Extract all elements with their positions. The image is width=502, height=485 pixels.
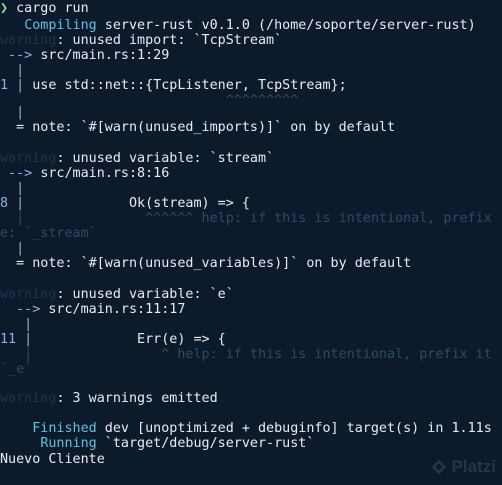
running-text: `target/debug/server-rust` — [96, 436, 315, 451]
platzi-watermark: Platzi — [430, 457, 496, 477]
summary-line: warning: 3 warnings emitted — [0, 390, 218, 407]
running-label: Running — [40, 436, 97, 451]
location-text: src/main.rs:11:17 — [48, 302, 186, 317]
warning-2-location: --> src/main.rs:8:16 — [0, 165, 169, 182]
warning-tag: warning — [0, 391, 57, 406]
warning-1-note: = note: `#[warn(unused_imports)]` on by … — [0, 120, 396, 135]
help-text-continued: `_e` — [0, 362, 33, 377]
compiling-label: Compiling — [24, 18, 97, 33]
location-text: src/main.rs:8:16 — [40, 166, 170, 181]
help-text: | ^ help: if this is intentional, prefix… — [0, 347, 492, 362]
warning-tag: warning — [0, 287, 57, 302]
code-text: Err(e) => { — [40, 332, 226, 347]
terminal-window[interactable]: ❯ cargo run Compiling server-rust v0.1.0… — [0, 0, 502, 485]
warning-message: : unused import: `TcpStream` — [56, 33, 283, 48]
code-line-number: 1 | — [0, 78, 33, 93]
running-line: Running `target/debug/server-rust` — [0, 435, 314, 452]
code-line-number: 11 | — [0, 332, 41, 347]
finished-label: Finished — [32, 421, 97, 436]
code-text: Ok(stream) => { — [32, 196, 250, 211]
program-output: Nuevo Cliente — [0, 452, 105, 467]
finished-text: dev [unoptimized + debuginfo] target(s) … — [96, 421, 492, 436]
warning-tag: warning — [0, 33, 57, 48]
location-arrow: --> — [0, 48, 41, 63]
location-text: src/main.rs:1:29 — [40, 48, 170, 63]
code-line-number: 8 | — [0, 196, 33, 211]
code-text: use std::net::{TcpListener, TcpStream}; — [32, 78, 347, 93]
platzi-logo-icon — [431, 459, 446, 475]
warning-message: : unused variable: `e` — [56, 287, 234, 302]
prompt-chevron-icon: ❯ — [0, 1, 9, 16]
location-arrow: --> — [0, 166, 41, 181]
command-text: cargo run — [16, 1, 89, 16]
summary-message: : 3 warnings emitted — [56, 391, 218, 406]
prompt-line: ❯ cargo run — [0, 0, 89, 17]
warning-1-location: --> src/main.rs:1:29 — [0, 47, 169, 64]
compiling-text: server-rust v0.1.0 (/home/soporte/server… — [96, 18, 476, 33]
location-arrow: --> — [0, 302, 49, 317]
warning-message: : unused variable: `stream` — [56, 151, 275, 166]
warning-2-note: = note: `#[warn(unused_variables)]` on b… — [0, 256, 412, 271]
underline-marker: ^^^^^^^^^ — [0, 93, 299, 108]
watermark-text: Platzi — [451, 457, 496, 476]
warning-tag: warning — [0, 151, 57, 166]
